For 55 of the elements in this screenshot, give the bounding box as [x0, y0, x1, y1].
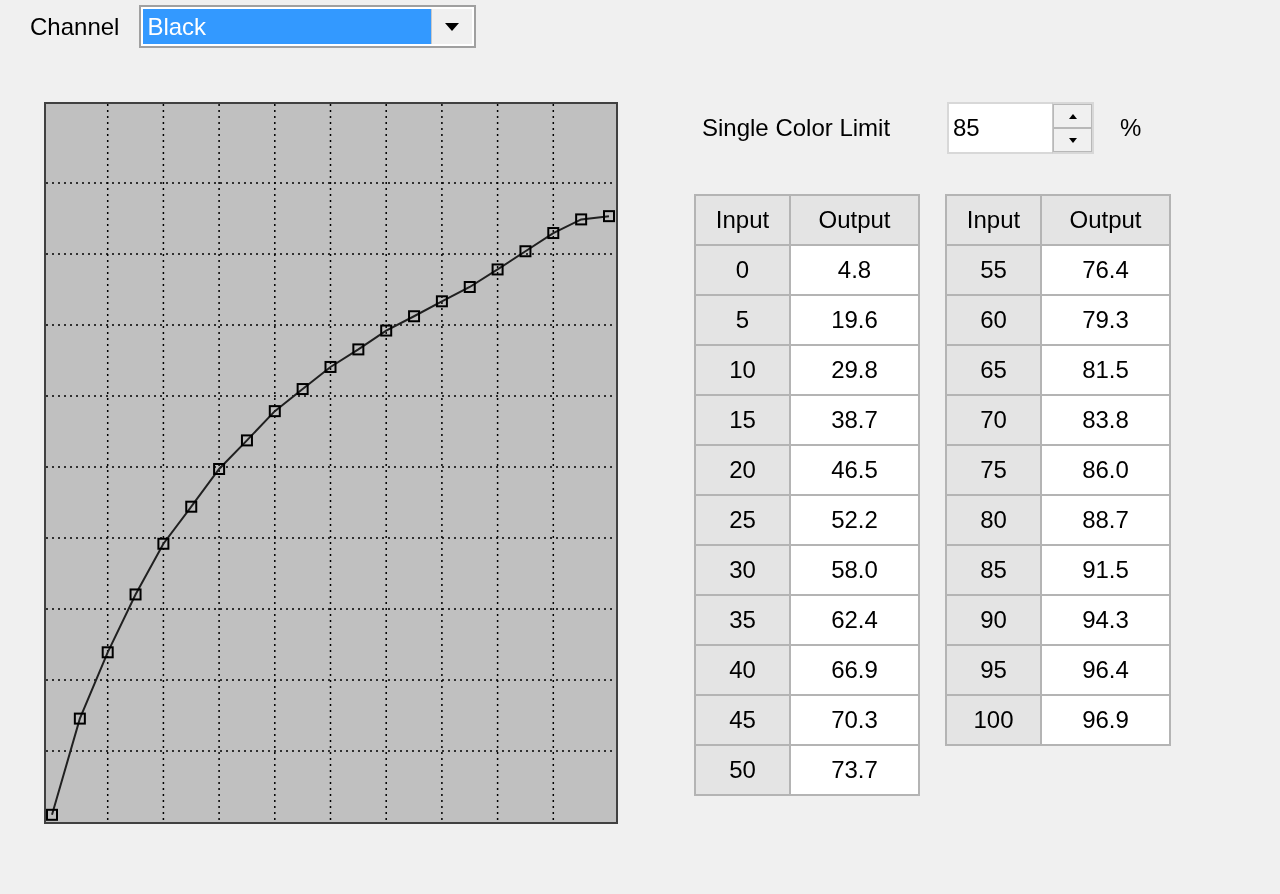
table-cell: 76.4: [1041, 245, 1170, 295]
table-cell: 10: [695, 345, 790, 395]
up-arrow-icon: [1068, 113, 1077, 119]
table-cell: 46.5: [790, 445, 919, 495]
table-cell: 79.3: [1041, 295, 1170, 345]
column-header: Input: [695, 195, 790, 245]
table-cell: 100: [946, 695, 1041, 745]
table-cell: 20: [695, 445, 790, 495]
table-cell: 96.9: [1041, 695, 1170, 745]
table-cell: 30: [695, 545, 790, 595]
table-cell: 80: [946, 495, 1041, 545]
table-cell: 86.0: [1041, 445, 1170, 495]
column-header: Input: [946, 195, 1041, 245]
table-cell: 45: [695, 695, 790, 745]
table-cell: 81.5: [1041, 345, 1170, 395]
table-cell: 38.7: [790, 395, 919, 445]
table-cell: 52.2: [790, 495, 919, 545]
table-cell: 88.7: [1041, 495, 1170, 545]
table-cell: 50: [695, 745, 790, 795]
table-cell: 90: [946, 595, 1041, 645]
table-cell: 70.3: [790, 695, 919, 745]
down-arrow-icon: [1068, 137, 1077, 143]
percent-unit: %: [1120, 114, 1142, 142]
table-cell: 58.0: [790, 545, 919, 595]
column-header: Output: [1041, 195, 1170, 245]
table-cell: 29.8: [790, 345, 919, 395]
table-cell: 73.7: [790, 745, 919, 795]
caret-icon: [445, 22, 460, 31]
single-color-limit-label: Single Color Limit: [702, 114, 892, 142]
table-cell: 66.9: [790, 645, 919, 695]
table-cell: 65: [946, 345, 1041, 395]
limit-input-field[interactable]: 85: [947, 102, 1052, 154]
table-cell: 60: [946, 295, 1041, 345]
table-cell: 35: [695, 595, 790, 645]
table-cell: 25: [695, 495, 790, 545]
table-cell: 62.4: [790, 595, 919, 645]
channel-label: Channel: [30, 12, 120, 41]
column-header: Output: [790, 195, 919, 245]
table-cell: 91.5: [1041, 545, 1170, 595]
table-cell: 40: [695, 645, 790, 695]
table-cell: 55: [946, 245, 1041, 295]
decrement-button[interactable]: [1053, 128, 1092, 152]
table-cell: 75: [946, 445, 1041, 495]
table-cell: 4.8: [790, 245, 919, 295]
table-cell: 19.6: [790, 295, 919, 345]
table-cell: 70: [946, 395, 1041, 445]
table-cell: 94.3: [1041, 595, 1170, 645]
table-cell: 85: [946, 545, 1041, 595]
table-cell: 83.8: [1041, 395, 1170, 445]
table-cell: 95: [946, 645, 1041, 695]
table-cell: 5: [695, 295, 790, 345]
table-cell: 0: [695, 245, 790, 295]
table-cell: 15: [695, 395, 790, 445]
increment-button[interactable]: [1053, 104, 1092, 128]
table-cell: 96.4: [1041, 645, 1170, 695]
